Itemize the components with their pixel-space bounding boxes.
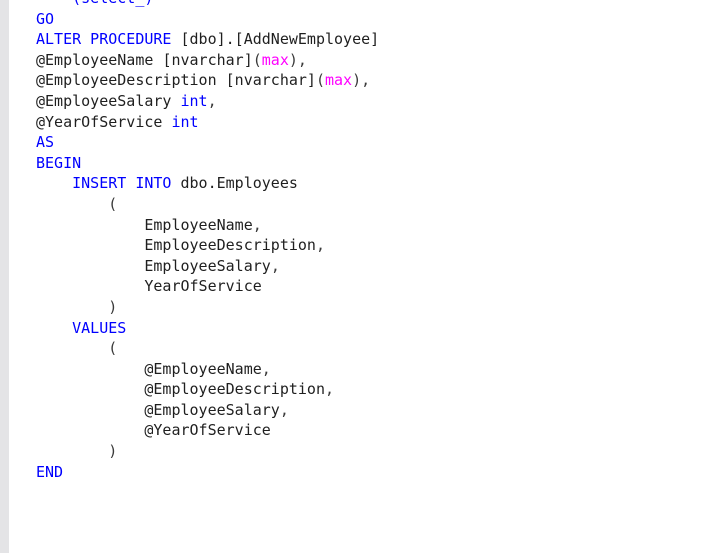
- code-token: ,: [252, 215, 262, 234]
- code-token: @EmployeeSalary: [36, 91, 181, 110]
- code-token: EmployeeName: [36, 215, 253, 234]
- code-line[interactable]: AS: [11, 132, 715, 153]
- code-token: ALTER PROCEDURE: [36, 30, 181, 49]
- code-line-partial[interactable]: (select_): [11, 0, 715, 9]
- code-line[interactable]: END: [11, 462, 715, 483]
- code-lines-container: (select_)GOALTER PROCEDURE [dbo].[AddNew…: [11, 0, 715, 482]
- code-token: max: [261, 50, 289, 69]
- code-line[interactable]: ): [11, 441, 715, 462]
- code-token: int: [180, 91, 208, 110]
- code-line[interactable]: @EmployeeSalary,: [11, 400, 715, 421]
- code-line[interactable]: EmployeeDescription,: [11, 235, 715, 256]
- code-token: ,: [324, 380, 335, 399]
- code-line[interactable]: EmployeeName,: [11, 215, 715, 236]
- code-token: ),: [288, 50, 307, 69]
- code-token: EmployeeSalary: [36, 256, 271, 275]
- code-token: ,: [279, 400, 289, 419]
- code-line[interactable]: @YearOfService: [11, 420, 715, 441]
- code-token: YearOfService: [36, 277, 262, 296]
- code-line[interactable]: BEGIN: [11, 153, 715, 174]
- code-line[interactable]: @EmployeeDescription [nvarchar](max),: [11, 70, 715, 91]
- code-line[interactable]: INSERT INTO dbo.Employees: [11, 173, 715, 194]
- code-token: ,: [207, 91, 217, 110]
- code-token: INSERT INTO: [72, 174, 181, 193]
- code-token: @EmployeeName: [36, 359, 262, 378]
- code-token: ,: [261, 359, 271, 378]
- editor-gutter-strip: [0, 0, 10, 553]
- code-token: ): [36, 442, 118, 461]
- code-line[interactable]: @EmployeeName,: [11, 359, 715, 380]
- code-token: dbo.Employees: [180, 174, 298, 193]
- code-line[interactable]: EmployeeSalary,: [11, 256, 715, 277]
- sql-code-editor[interactable]: (select_)GOALTER PROCEDURE [dbo].[AddNew…: [0, 0, 715, 553]
- code-token: [nvarchar]: [162, 50, 253, 69]
- code-token: (: [36, 194, 118, 213]
- code-line[interactable]: YearOfService: [11, 276, 715, 297]
- code-token: EmployeeDescription: [36, 236, 316, 255]
- code-line[interactable]: ): [11, 297, 715, 318]
- code-token: ,: [270, 256, 280, 275]
- code-token: END: [36, 462, 64, 481]
- code-token: @YearOfService: [36, 112, 172, 131]
- code-line[interactable]: (: [11, 194, 715, 215]
- code-token: ),: [352, 71, 371, 90]
- code-line[interactable]: VALUES: [11, 318, 715, 339]
- code-line[interactable]: @EmployeeName [nvarchar](max),: [11, 50, 715, 71]
- code-token: [nvarchar]: [225, 71, 316, 90]
- code-token: ): [36, 297, 118, 316]
- code-token: (: [252, 50, 262, 69]
- code-line[interactable]: ALTER PROCEDURE [dbo].[AddNewEmployee]: [11, 29, 715, 50]
- code-token: ,: [315, 236, 325, 255]
- code-token: @YearOfService: [36, 421, 271, 440]
- code-token: [dbo].[AddNewEmployee]: [180, 30, 380, 49]
- code-token: @EmployeeSalary: [36, 400, 280, 419]
- code-line[interactable]: @YearOfService int: [11, 112, 715, 133]
- code-token: VALUES: [72, 318, 127, 337]
- code-line[interactable]: GO: [11, 9, 715, 30]
- code-line[interactable]: (: [11, 338, 715, 359]
- code-token: @EmployeeName: [36, 50, 163, 69]
- code-token: AS: [36, 133, 55, 152]
- code-token: int: [171, 112, 199, 131]
- code-token: (: [36, 339, 118, 358]
- code-token: (: [315, 71, 325, 90]
- code-token: max: [325, 71, 353, 90]
- code-token: @EmployeeDescription: [36, 71, 226, 90]
- code-token: (select_): [36, 0, 153, 7]
- code-text-surface[interactable]: (select_)GOALTER PROCEDURE [dbo].[AddNew…: [11, 0, 715, 553]
- code-token: @EmployeeDescription: [36, 380, 325, 399]
- code-line[interactable]: @EmployeeSalary int,: [11, 91, 715, 112]
- code-token: GO: [36, 9, 55, 28]
- code-line[interactable]: @EmployeeDescription,: [11, 379, 715, 400]
- code-token: BEGIN: [36, 153, 82, 172]
